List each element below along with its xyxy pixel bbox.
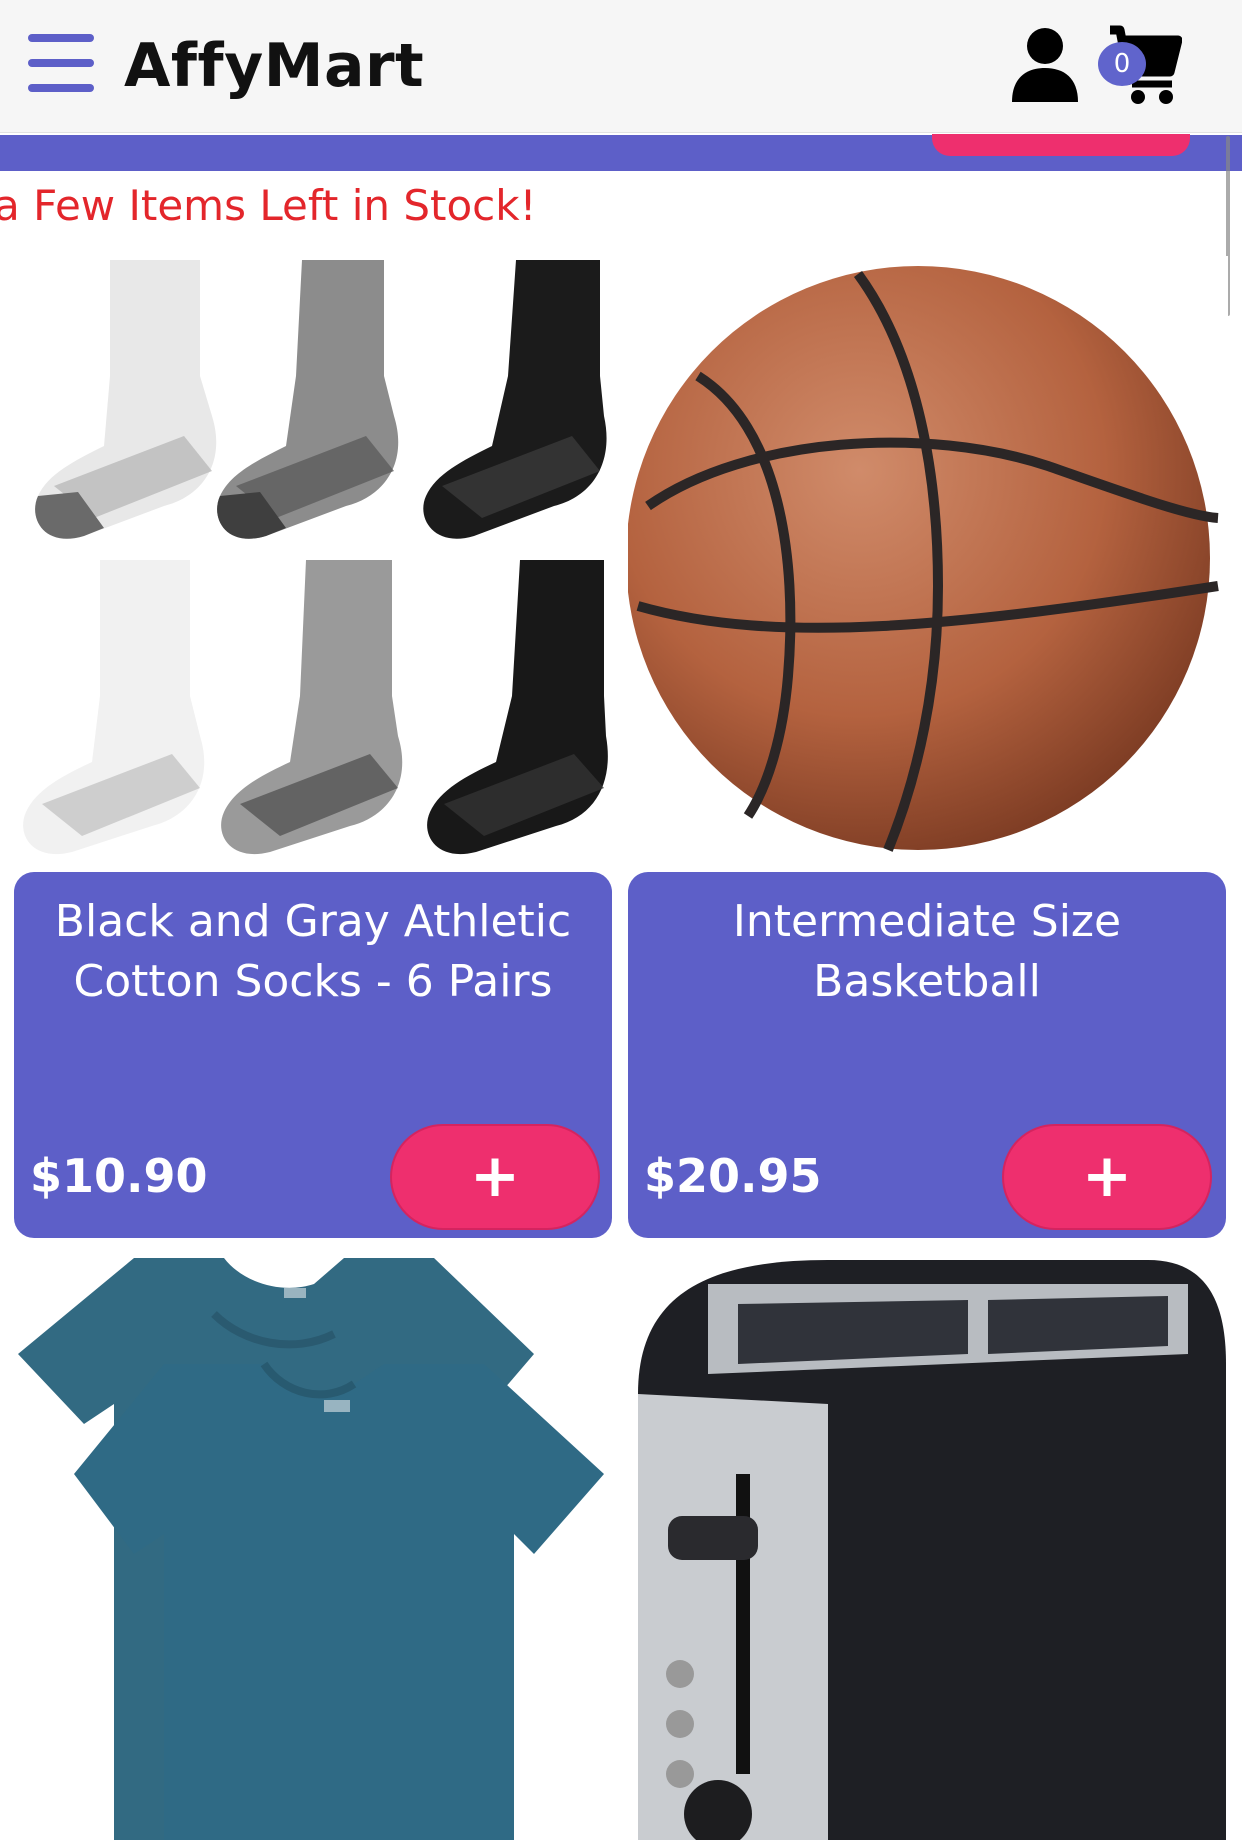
product-price: $20.95 [644, 1149, 822, 1203]
cart-count-badge: 0 [1098, 42, 1146, 86]
product-image-toaster[interactable] [628, 1254, 1228, 1840]
product-title: Black and Gray Athletic Cotton Socks - 6… [32, 892, 594, 1012]
product-title-line: Basketball [813, 956, 1041, 1007]
user-icon[interactable] [1010, 26, 1080, 102]
category-bar-accent [932, 134, 1190, 156]
add-to-cart-button[interactable]: + [390, 1124, 600, 1230]
app-header: AffyMart 0 [0, 0, 1242, 133]
product-image-socks[interactable] [14, 256, 614, 862]
app-logo[interactable]: AffyMart [124, 30, 424, 102]
product-price: $10.90 [30, 1149, 208, 1203]
product-image-basketball[interactable] [628, 256, 1228, 862]
cart-button[interactable]: 0 [1090, 20, 1183, 106]
product-title-line: Intermediate Size [732, 896, 1122, 947]
product-title-line: Cotton Socks - 6 Pairs [73, 956, 553, 1007]
product-title-line: Black and Gray Athletic [54, 896, 572, 947]
low-stock-notice: a Few Items Left in Stock! [0, 181, 537, 230]
product-image-tshirts[interactable] [14, 1254, 614, 1840]
hamburger-menu-icon[interactable] [28, 34, 96, 94]
add-to-cart-button[interactable]: + [1002, 1124, 1212, 1230]
product-title: Intermediate Size Basketball [646, 892, 1208, 1012]
